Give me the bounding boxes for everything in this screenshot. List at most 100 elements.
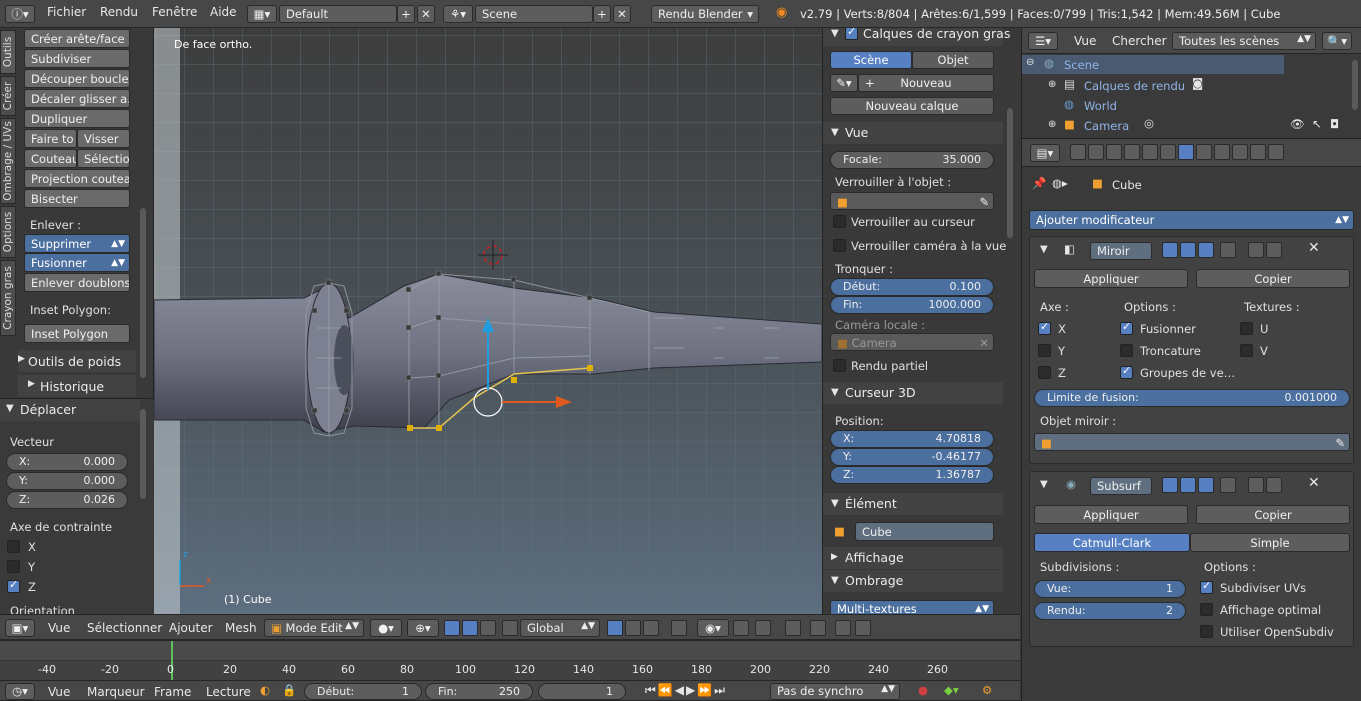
menu-help[interactable]: Aide [210,5,237,19]
mirror-render-toggle[interactable] [1180,242,1196,258]
record-icon[interactable]: ● [918,683,928,697]
subdivide-button[interactable]: Subdiviser [24,49,130,68]
mirror-viewport-toggle[interactable] [1198,242,1214,258]
outliner-item-scene[interactable]: ⊖ ◍ Scene [1022,55,1284,74]
editor-type-properties-button[interactable]: ▤▾ [1030,144,1060,162]
clip-end-field[interactable]: Fin: 1000.000 [830,296,994,314]
particles-context-tab[interactable] [1250,144,1266,160]
data-context-tab[interactable] [1196,144,1212,160]
renderable-camera-icon[interactable]: ◘ [1330,117,1339,131]
clip-start-field[interactable]: Début: 0.100 [830,278,994,296]
mirror-merge-checkbox[interactable] [1120,320,1133,335]
subsurf-apply-button[interactable]: Appliquer [1034,505,1188,524]
mirror-axis-y-checkbox[interactable] [1038,344,1051,357]
layout-browse-button[interactable]: ▦▾ [247,5,277,23]
subsurf-cage-toggle[interactable] [1220,477,1236,493]
remove-layout-button[interactable]: ✕ [417,5,435,23]
3d-cursor-panel-header[interactable]: ▼ Curseur 3D [823,382,1003,404]
delete-select[interactable]: Supprimer ▲▼ [24,234,130,253]
subsurf-remove-icon[interactable]: ✕ [1308,475,1320,491]
visibility-eye-icon[interactable]: 👁 [1290,117,1305,131]
menu-render[interactable]: Rendu [100,5,138,19]
scene-name-field[interactable]: Scene [475,5,593,23]
viewport-3d[interactable]: De face ortho. z x (1) Cube [154,28,822,614]
subsurf-viewport-toggle[interactable] [1198,477,1214,493]
knife-project-button[interactable]: Projection couteau [24,169,130,188]
pin-icon[interactable]: 📌 [1032,176,1046,190]
merge-limit-field[interactable]: Limite de fusion: 0.001000 [1034,389,1350,407]
tab-create[interactable]: Créer [0,76,16,116]
current-frame-field[interactable]: 1 [538,683,626,700]
add-scene-button[interactable]: + [593,5,611,23]
inset-polygon-button[interactable]: Inset Polygon [24,324,130,343]
timeline-view-menu[interactable]: Vue [48,685,70,699]
mirror-u-checkbox[interactable] [1240,322,1253,335]
tab-grease-pencil[interactable]: Crayon gras [0,260,16,336]
physics-context-tab[interactable] [1268,144,1284,160]
outliner-view-menu[interactable]: Vue [1074,34,1096,48]
shading-mode-select[interactable]: Multi-textures ▲▼ [830,600,994,614]
merge-select[interactable]: Fusionner ▲▼ [24,253,130,272]
viewport-shading-select[interactable]: ●▾ [370,619,402,637]
create-edge-face-button[interactable]: Créer arête/face [24,29,130,48]
remove-scene-button[interactable]: ✕ [613,5,631,23]
cursor-x-field[interactable]: X: 4.70818 [830,430,994,448]
mirror-move-up-button[interactable] [1248,242,1264,258]
pivot-point-select[interactable]: ⊕▾ [407,619,439,637]
transform-orientation-select[interactable]: Global ▲▼ [520,619,600,637]
view-panel-header[interactable]: ▼ Vue [823,122,1003,144]
knife-button[interactable]: Couteau [24,149,77,168]
keyframe-tools-icon[interactable]: ⚙ [982,683,992,697]
mesh-menu[interactable]: Mesh [225,621,257,635]
mirror-cage-toggle[interactable] [1220,242,1236,258]
tab-options[interactable]: Options [0,206,16,258]
menu-file[interactable]: Fichier [47,5,86,19]
subsurf-modifier-name[interactable]: Subsurf [1090,477,1152,495]
mirror-axis-x-checkbox[interactable] [1038,320,1051,335]
eyedropper-icon[interactable]: ✎ [1335,436,1345,450]
lock-object-field[interactable]: ■ ✎ [830,192,994,210]
grease-pencil-enable-checkbox[interactable] [845,28,858,40]
subsurf-render-toggle[interactable] [1180,477,1196,493]
add-menu[interactable]: Ajouter [169,621,213,635]
lock-cursor-checkbox[interactable] [833,215,846,228]
timeline-ruler[interactable] [0,641,1020,661]
tab-shading-uvs[interactable]: Ombrage / UVs [0,118,16,204]
add-modifier-select[interactable]: Ajouter modificateur ▲▼ [1029,210,1354,230]
frame-menu[interactable]: Frame [154,685,191,699]
collapse-triangle-icon[interactable]: ▼ [1040,244,1048,255]
limit-selection-button[interactable] [671,620,687,636]
mirror-remove-icon[interactable]: ✕ [1308,240,1320,256]
vector-y-field[interactable]: Y: 0.000 [6,472,128,490]
manipulator-toggle[interactable] [444,620,460,636]
partial-render-checkbox[interactable] [833,359,846,372]
snap-target-select[interactable] [785,620,801,636]
render-engine-select[interactable]: Rendu Blender ▾ [651,5,759,23]
subdiv-render-levels-field[interactable]: Rendu: 2 [1034,602,1186,620]
vertex-select-mode-button[interactable] [607,620,623,636]
outliner-search-menu[interactable]: Chercher [1112,34,1167,48]
mirror-vgroups-checkbox[interactable] [1120,364,1133,379]
npanel-scrollbar[interactable] [1007,108,1013,238]
operator-panel-header[interactable]: ▼ Déplacer [0,399,140,421]
viewport-canvas[interactable] [154,28,822,614]
collapse-triangle-icon[interactable]: ▼ [1040,479,1048,490]
display-panel-header[interactable]: ▶ Affichage [823,547,1003,569]
select-knife-button[interactable]: Sélectio [77,149,130,168]
shading-panel-header[interactable]: ▼ Ombrage [823,570,1003,592]
object-context-tab[interactable] [1142,144,1158,160]
constraint-x-checkbox[interactable] [7,540,20,553]
translate-manipulator-button[interactable] [462,620,478,636]
grease-new-button[interactable]: + Nouveau [858,74,994,92]
subdiv-view-levels-field[interactable]: Vue: 1 [1034,580,1186,598]
end-frame-field[interactable]: Fin: 250 [425,683,533,700]
face-select-mode-button[interactable] [643,620,659,636]
mirror-modifier-name[interactable]: Miroir [1090,242,1152,260]
new-layer-button[interactable]: Nouveau calque [830,97,994,115]
vector-z-field[interactable]: Z: 0.026 [6,491,128,509]
editor-type-outliner-button[interactable]: ☰▾ [1028,32,1058,50]
optimal-display-checkbox[interactable] [1200,603,1213,616]
render-context-tab[interactable] [1070,144,1086,160]
focal-length-field[interactable]: Focale: 35.000 [830,151,994,169]
outliner-item-render-layers[interactable]: Calques de rendu [1084,79,1185,93]
